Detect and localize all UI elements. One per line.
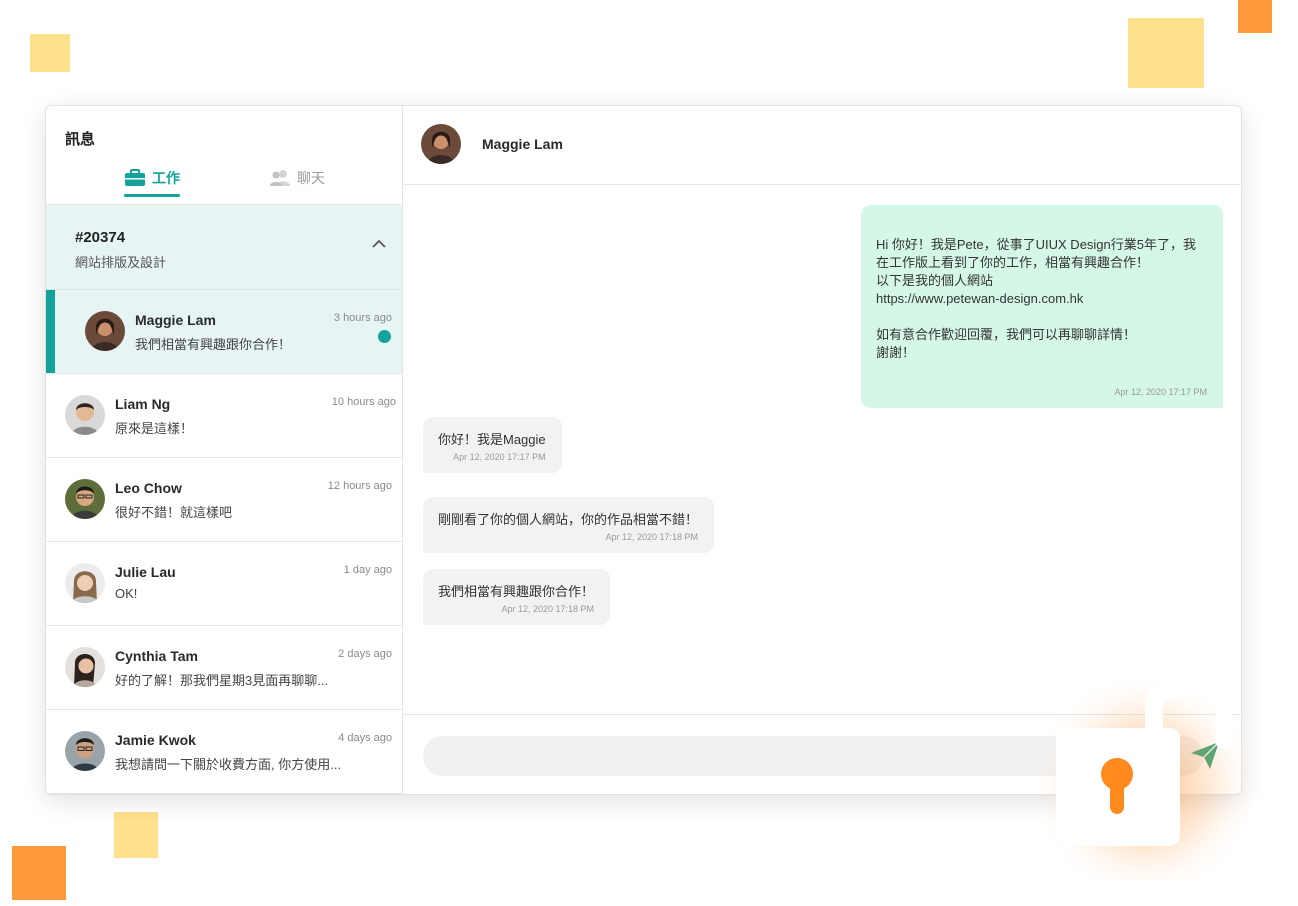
sidebar: 訊息 工作 聊天 #20374 網站排版及設計 Maggie Lam 我們相當有… bbox=[46, 106, 403, 794]
avatar bbox=[65, 479, 105, 519]
chat-header: Maggie Lam bbox=[403, 106, 1241, 185]
avatar bbox=[65, 647, 105, 687]
conversation-time: 12 hours ago bbox=[327, 480, 392, 492]
conversation-time: 10 hours ago bbox=[331, 396, 396, 408]
conversation-name: Cynthia Tam bbox=[115, 648, 198, 664]
conversation-item[interactable]: Jamie Kwok 我想請問一下關於收費方面, 你方使用... 4 days … bbox=[46, 710, 402, 794]
conversation-name: Leo Chow bbox=[115, 480, 182, 496]
conversation-time: 1 day ago bbox=[343, 564, 392, 576]
message-time: Apr 12, 2020 17:17 PM bbox=[453, 452, 546, 462]
job-name: 網站排版及設計 bbox=[75, 255, 167, 270]
message-bubble-incoming: 剛剛看了你的個人網站，你的作品相當不錯！ Apr 12, 2020 17:18 … bbox=[423, 497, 715, 553]
message-bubble-incoming: 你好！我是Maggie Apr 12, 2020 17:17 PM bbox=[423, 417, 562, 473]
conversation-name: Liam Ng bbox=[115, 396, 171, 412]
contact-name: Maggie Lam bbox=[482, 136, 563, 152]
conversation-time: 2 days ago bbox=[338, 648, 392, 660]
conversation-name: Maggie Lam bbox=[135, 312, 216, 328]
tab-work[interactable]: 工作 bbox=[124, 168, 180, 197]
conversation-preview: 好的了解！那我們星期3見面再聊聊... bbox=[115, 673, 329, 688]
briefcase-icon bbox=[125, 169, 145, 186]
conversation-item[interactable]: Leo Chow 很好不錯！就這樣吧 12 hours ago bbox=[46, 458, 402, 542]
conversation-item[interactable]: Cynthia Tam 好的了解！那我們星期3見面再聊聊... 2 days a… bbox=[46, 626, 402, 710]
message-text: 剛剛看了你的個人網站，你的作品相當不錯！ bbox=[438, 512, 699, 527]
message-text: 你好！我是Maggie bbox=[438, 432, 546, 447]
sidebar-header: 訊息 工作 聊天 bbox=[46, 106, 402, 205]
tab-work-label: 工作 bbox=[152, 170, 180, 186]
conversation-preview: OK! bbox=[115, 586, 138, 601]
decor-square bbox=[114, 812, 158, 858]
conversation-item[interactable]: Maggie Lam 我們相當有興趣跟你合作！ 3 hours ago bbox=[46, 290, 402, 374]
tab-chat-label: 聊天 bbox=[297, 170, 325, 186]
contact-avatar[interactable] bbox=[421, 124, 461, 164]
conversation-item[interactable]: Julie Lau OK! 1 day ago bbox=[46, 542, 402, 626]
avatar bbox=[65, 563, 105, 603]
avatar bbox=[85, 311, 125, 351]
sidebar-title: 訊息 bbox=[65, 131, 96, 148]
conversation-preview: 原來是這樣！ bbox=[115, 421, 194, 436]
chevron-up-icon[interactable] bbox=[372, 239, 386, 248]
decor-square bbox=[30, 34, 70, 72]
message-time: Apr 12, 2020 17:17 PM bbox=[1114, 387, 1207, 397]
message-bubble-incoming: 我們相當有興趣跟你合作！ Apr 12, 2020 17:18 PM bbox=[423, 569, 611, 625]
conversation-time: 4 days ago bbox=[338, 732, 392, 744]
message-text: 我們相當有興趣跟你合作！ bbox=[438, 584, 595, 599]
conversation-time: 3 hours ago bbox=[333, 312, 392, 324]
message-text: Hi 你好！我是Pete，從事了UIUX Design行業5年了，我在工作版上看… bbox=[876, 237, 1196, 360]
avatar bbox=[65, 731, 105, 771]
message-time: Apr 12, 2020 17:18 PM bbox=[501, 604, 595, 614]
message-thread: Hi 你好！我是Pete，從事了UIUX Design行業5年了，我在工作版上看… bbox=[403, 185, 1241, 714]
job-id: #20374 bbox=[75, 229, 126, 246]
message-bubble-outgoing: Hi 你好！我是Pete，從事了UIUX Design行業5年了，我在工作版上看… bbox=[861, 205, 1223, 408]
conversation-name: Jamie Kwok bbox=[115, 732, 196, 748]
conversation-name: Julie Lau bbox=[115, 564, 176, 580]
avatar bbox=[65, 395, 105, 435]
decor-square bbox=[1128, 18, 1204, 88]
unlocked-padlock-icon bbox=[1030, 652, 1260, 882]
decor-square bbox=[1238, 0, 1272, 33]
people-icon bbox=[270, 170, 290, 186]
conversation-item[interactable]: Liam Ng 原來是這樣！ 10 hours ago bbox=[46, 374, 402, 458]
conversation-preview: 我們相當有興趣跟你合作！ bbox=[135, 337, 292, 352]
conversation-preview: 我想請問一下關於收費方面, 你方使用... bbox=[115, 757, 342, 772]
message-time: Apr 12, 2020 17:18 PM bbox=[605, 532, 699, 542]
unread-indicator bbox=[378, 330, 391, 343]
decor-square bbox=[12, 846, 66, 900]
tab-chat[interactable]: 聊天 bbox=[269, 168, 325, 188]
conversation-list: Maggie Lam 我們相當有興趣跟你合作！ 3 hours ago Liam… bbox=[46, 290, 402, 794]
conversation-preview: 很好不錯！就這樣吧 bbox=[115, 505, 233, 520]
job-group-header[interactable]: #20374 網站排版及設計 bbox=[46, 205, 402, 290]
